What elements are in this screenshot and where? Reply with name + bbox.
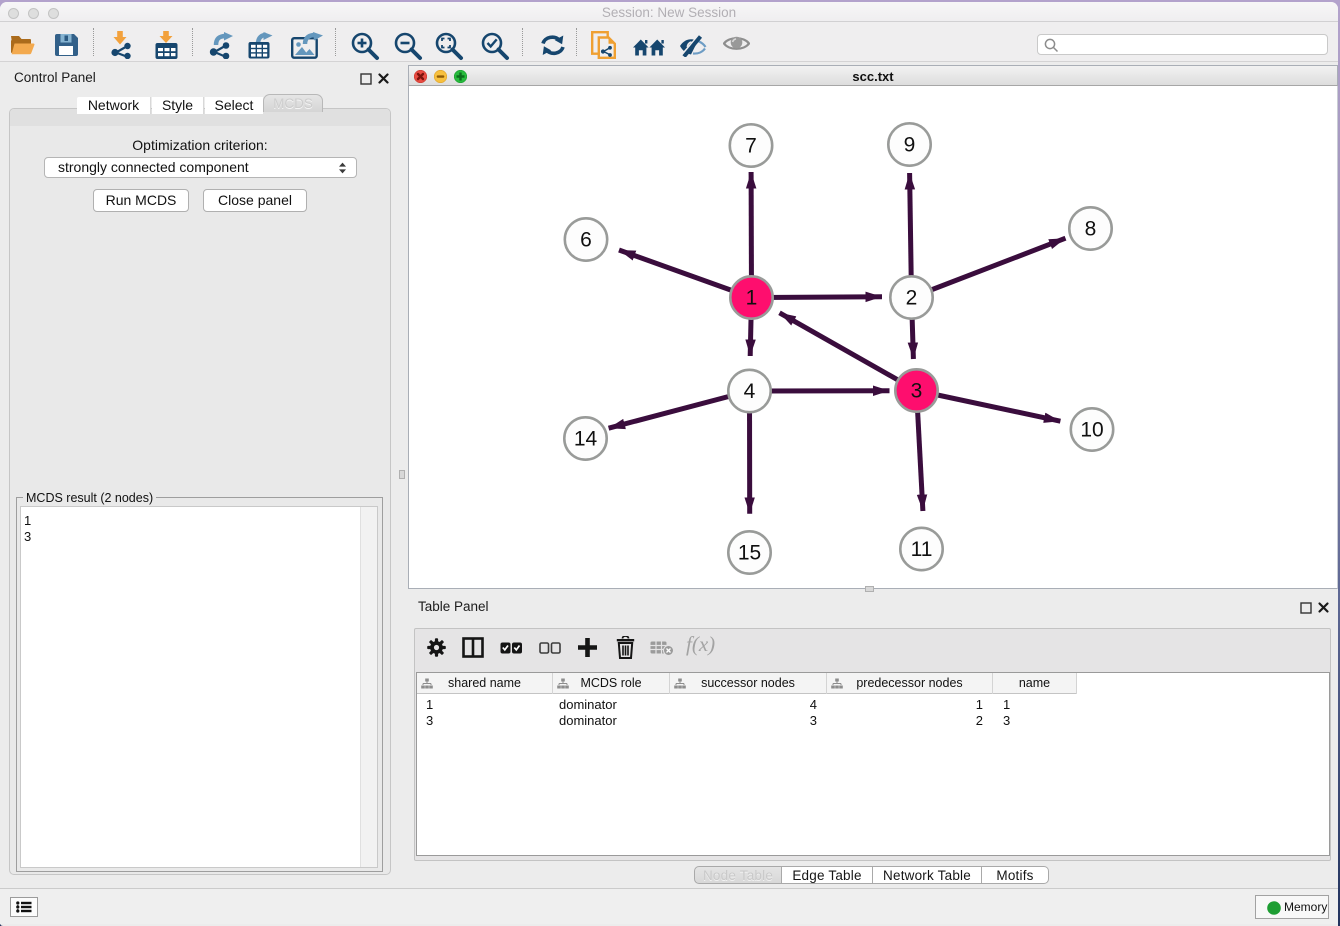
svg-text:10: 10 — [1080, 419, 1103, 442]
svg-text:11: 11 — [911, 538, 933, 561]
svg-text:2: 2 — [906, 287, 918, 310]
svg-text:8: 8 — [1085, 218, 1097, 241]
svg-text:7: 7 — [745, 135, 757, 158]
svg-text:4: 4 — [744, 380, 756, 403]
svg-text:3: 3 — [911, 380, 923, 403]
svg-text:1: 1 — [746, 287, 758, 310]
svg-text:15: 15 — [738, 542, 761, 565]
svg-text:9: 9 — [904, 134, 916, 157]
svg-text:14: 14 — [574, 428, 598, 451]
svg-text:6: 6 — [580, 229, 592, 252]
